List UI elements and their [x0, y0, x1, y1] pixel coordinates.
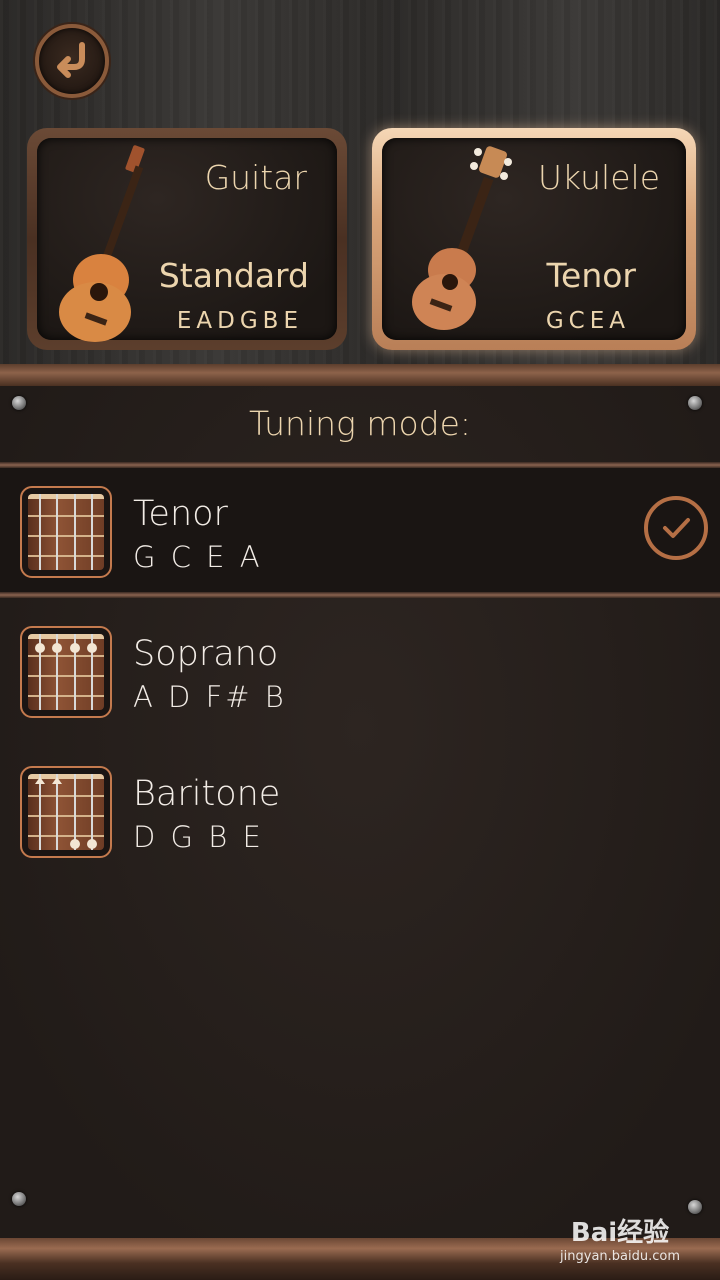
watermark-logo: Bai经验: [570, 1218, 670, 1248]
fretboard-icon: [20, 766, 112, 858]
guitar-icon: [55, 142, 175, 346]
screw-icon: [688, 1200, 702, 1214]
tuning-mode-label: Tuning mode:: [248, 403, 472, 443]
guitar-title: Guitar: [204, 158, 307, 197]
mode-name: Tenor: [133, 494, 228, 534]
panel-header: Tuning mode:: [0, 386, 720, 460]
list-item-soprano[interactable]: Soprano A D F# B: [0, 608, 720, 732]
mode-notes: D G B E: [133, 820, 264, 854]
ukulele-icon: [400, 142, 520, 346]
ukulele-card[interactable]: Ukulele Tenor GCEA: [372, 128, 696, 350]
ukulele-mode: Tenor: [546, 256, 636, 295]
back-button[interactable]: [35, 24, 109, 98]
list-item-baritone[interactable]: Baritone D G B E: [0, 748, 720, 872]
back-arrow-icon: [52, 39, 92, 83]
guitar-mode: Standard: [158, 256, 309, 295]
guitar-card-inner: Guitar Standard EADGBE: [37, 138, 337, 342]
watermark-url: jingyan.baidu.com: [560, 1249, 680, 1264]
mode-notes: A D F# B: [133, 680, 287, 714]
ukulele-card-inner: Ukulele Tenor GCEA: [382, 138, 686, 340]
fretboard-icon: [20, 626, 112, 718]
screw-icon: [12, 1192, 26, 1206]
guitar-notes: EADGBE: [176, 308, 303, 334]
watermark: Bai经验 jingyan.baidu.com: [560, 1212, 680, 1264]
panel-top-rim: [0, 364, 720, 386]
ukulele-notes: GCEA: [545, 308, 630, 334]
mode-notes: G C E A: [133, 540, 263, 574]
ukulele-title: Ukulele: [537, 158, 660, 197]
fretboard-icon: [20, 486, 112, 578]
divider: [0, 592, 720, 598]
mode-name: Baritone: [133, 774, 281, 814]
guitar-card[interactable]: Guitar Standard EADGBE: [27, 128, 347, 350]
checkmark-icon: [644, 496, 708, 560]
mode-name: Soprano: [133, 634, 279, 674]
list-item-tenor[interactable]: Tenor G C E A: [0, 468, 720, 592]
